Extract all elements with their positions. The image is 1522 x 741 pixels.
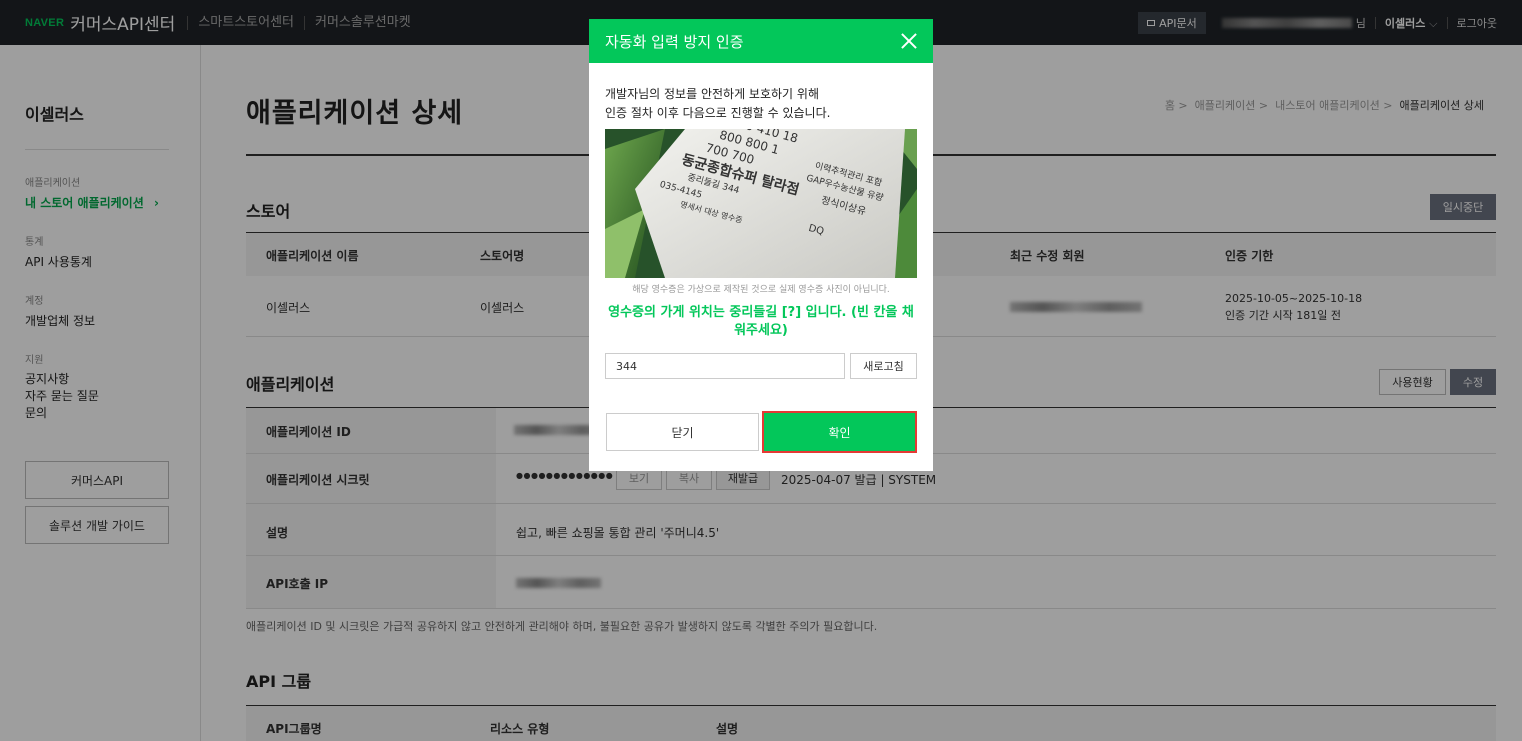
modal-description: 개발자님의 정보를 안전하게 보호하기 위해 인증 절차 이후 다음으로 진행할… [605,85,830,123]
modal-header: 자동화 입력 방지 인증 [589,19,933,63]
captcha-question: 영수증의 가게 위치는 중리들길 [?] 입니다. (빈 칸을 채워주세요) [608,305,914,338]
close-icon[interactable] [899,31,919,51]
refresh-button[interactable]: 새로고침 [850,353,917,379]
confirm-button[interactable]: 확인 [762,411,917,453]
captcha-modal: 자동화 입력 방지 인증 개발자님의 정보를 안전하게 보호하기 위해 인증 절… [589,19,933,471]
modal-title: 자동화 입력 방지 인증 [605,32,744,51]
modal-desc-line2: 인증 절차 이후 다음으로 진행할 수 있습니다. [605,106,831,120]
modal-close-button[interactable]: 닫기 [606,413,759,451]
confirm-label: 확인 [766,415,913,449]
image-caption: 해당 영수증은 가상으로 제작된 것으로 실제 영수증 사진이 아닙니다. [632,285,890,295]
captcha-answer-input[interactable] [605,353,845,379]
captcha-receipt-image: 7380 410 18 800 800 1 700 700 이력추적관리 포함 … [605,129,917,278]
modal-desc-line1: 개발자님의 정보를 안전하게 보호하기 위해 [605,87,819,101]
